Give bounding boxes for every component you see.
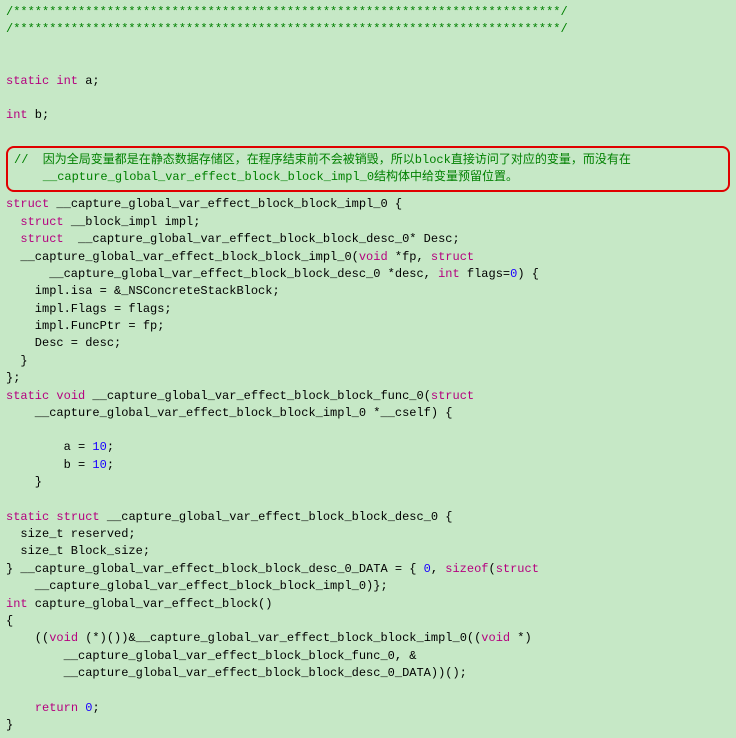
highlighted-comment-box: // 因为全局变量都是在静态数据存储区，在程序结束前不会被销毁，所以block直… — [6, 146, 730, 193]
func-body: __capture_global_var_effect_block_block_… — [6, 648, 730, 665]
comment-line: // 因为全局变量都是在静态数据存储区，在程序结束前不会被销毁，所以block直… — [14, 152, 722, 169]
struct-member: size_t reserved; — [6, 526, 730, 543]
struct-close: }; — [6, 370, 730, 387]
separator-comment: /***************************************… — [6, 4, 730, 21]
blank-line — [6, 422, 730, 439]
blank-line — [6, 39, 730, 56]
close-brace: } — [6, 717, 730, 734]
ctor-body: impl.FuncPtr = fp; — [6, 318, 730, 335]
blank-line — [6, 683, 730, 700]
struct-member: struct __capture_global_var_effect_block… — [6, 231, 730, 248]
struct-close: __capture_global_var_effect_block_block_… — [6, 578, 730, 595]
func-body: b = 10; — [6, 457, 730, 474]
func-body: __capture_global_var_effect_block_block_… — [6, 665, 730, 682]
func-decl: static void __capture_global_var_effect_… — [6, 388, 730, 405]
blank-line — [6, 125, 730, 142]
func-body: ((void (*)())&__capture_global_var_effec… — [6, 630, 730, 647]
ctor-body: impl.isa = &_NSConcreteStackBlock; — [6, 283, 730, 300]
return-stmt: return 0; — [6, 700, 730, 717]
blank-line — [6, 492, 730, 509]
ctor-sig: __capture_global_var_effect_block_block_… — [6, 266, 730, 283]
blank-line — [6, 90, 730, 107]
ctor-sig: __capture_global_var_effect_block_block_… — [6, 249, 730, 266]
ctor-body: impl.Flags = flags; — [6, 301, 730, 318]
func-close: } — [6, 474, 730, 491]
struct-member: struct __block_impl impl; — [6, 214, 730, 231]
var-decl-b: int b; — [6, 107, 730, 124]
blank-line — [6, 56, 730, 73]
separator-comment: /***************************************… — [6, 21, 730, 38]
struct-decl: struct __capture_global_var_effect_block… — [6, 196, 730, 213]
ctor-body: Desc = desc; — [6, 335, 730, 352]
struct-decl: static struct __capture_global_var_effec… — [6, 509, 730, 526]
func-decl: __capture_global_var_effect_block_block_… — [6, 405, 730, 422]
func-body: a = 10; — [6, 439, 730, 456]
struct-close: } __capture_global_var_effect_block_bloc… — [6, 561, 730, 578]
open-brace: { — [6, 613, 730, 630]
comment-line: __capture_global_var_effect_block_block_… — [14, 169, 722, 186]
func-decl: int capture_global_var_effect_block() — [6, 596, 730, 613]
struct-member: size_t Block_size; — [6, 543, 730, 560]
var-decl-a: static int a; — [6, 73, 730, 90]
ctor-close: } — [6, 353, 730, 370]
